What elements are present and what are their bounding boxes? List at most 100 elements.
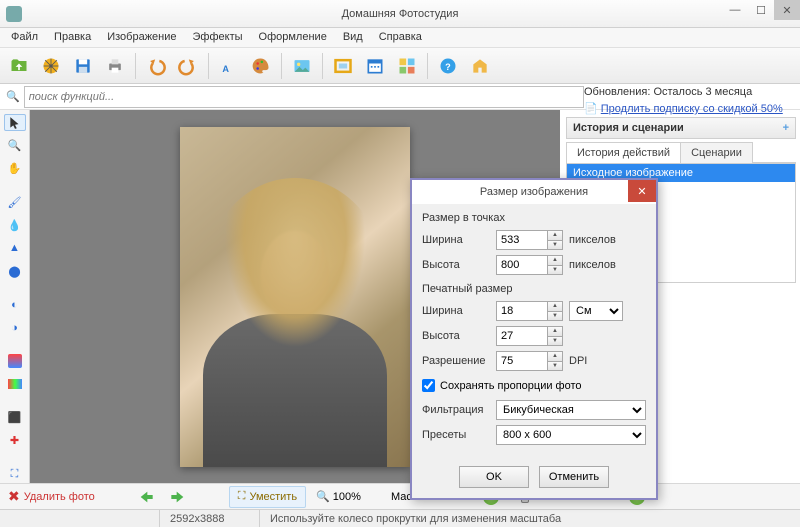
keep-aspect-label: Сохранять пропорции фото xyxy=(440,380,582,392)
spin-down[interactable]: ▼ xyxy=(548,266,562,275)
preset-select[interactable]: 800 x 600 xyxy=(496,425,646,445)
filter-select[interactable]: Бикубическая xyxy=(496,400,646,420)
zoom-icon: 🔍 xyxy=(316,490,330,503)
preset-label: Пресеты xyxy=(422,429,490,441)
extend-subscription-link[interactable]: Продлить подписку со скидкой 50% xyxy=(601,103,783,115)
sharpen-tool[interactable]: ▲ xyxy=(4,240,26,257)
redeye-tool[interactable]: ⬛ xyxy=(4,409,26,426)
fit-icon: ⛶ xyxy=(238,490,246,503)
menu-effects[interactable]: Эффекты xyxy=(186,28,250,47)
status-bar: 2592x3888 Используйте колесо прокрутки д… xyxy=(0,509,800,527)
pixels-group-label: Размер в точках xyxy=(422,212,646,224)
spin-down[interactable]: ▼ xyxy=(548,312,562,321)
tab-scenarios[interactable]: Сценарии xyxy=(680,142,753,163)
spin-down[interactable]: ▼ xyxy=(548,362,562,371)
heal-tool[interactable]: ✚ xyxy=(4,432,26,449)
collage-button[interactable] xyxy=(392,51,422,81)
resolution-input[interactable] xyxy=(497,352,547,370)
cancel-button[interactable]: Отменить xyxy=(539,466,609,488)
crop-tool[interactable]: ⛶ xyxy=(4,466,26,483)
burn-tool[interactable]: ◑ xyxy=(4,319,26,336)
menu-file[interactable]: Файл xyxy=(4,28,45,47)
text-button[interactable]: A xyxy=(214,51,244,81)
spin-up[interactable]: ▲ xyxy=(548,256,562,266)
print-button[interactable] xyxy=(100,51,130,81)
redo-button[interactable] xyxy=(173,51,203,81)
open-button[interactable] xyxy=(4,51,34,81)
zoom-100-button[interactable]: 🔍100% xyxy=(316,490,361,503)
spin-up[interactable]: ▲ xyxy=(548,352,562,362)
menubar: Файл Правка Изображение Эффекты Оформлен… xyxy=(0,28,800,48)
resize-dialog: Размер изображения ✕ Размер в точках Шир… xyxy=(410,178,658,500)
width-cm-input[interactable] xyxy=(497,302,547,320)
close-button[interactable]: ✕ xyxy=(774,0,800,20)
calendar-button[interactable] xyxy=(360,51,390,81)
spin-up[interactable]: ▲ xyxy=(548,231,562,241)
width-px-label: Ширина xyxy=(422,234,490,246)
search-input[interactable] xyxy=(29,91,579,103)
brush-tool[interactable]: 🖌 xyxy=(4,194,26,211)
menu-help[interactable]: Справка xyxy=(372,28,429,47)
spin-down[interactable]: ▼ xyxy=(548,337,562,346)
hand-tool[interactable]: ✋ xyxy=(4,160,26,177)
history-panel-title: История и сценарии xyxy=(573,122,684,134)
minimize-button[interactable]: — xyxy=(722,0,748,20)
dodge-tool[interactable]: ◐ xyxy=(4,296,26,313)
main-toolbar: A ? xyxy=(0,48,800,84)
tab-history[interactable]: История действий xyxy=(566,142,681,163)
menu-decor[interactable]: Оформление xyxy=(252,28,334,47)
history-panel-header: История и сценарии + xyxy=(566,117,796,139)
photo-preview xyxy=(180,127,410,467)
dialog-close-button[interactable]: ✕ xyxy=(628,180,656,202)
height-px-label: Высота xyxy=(422,259,490,271)
width-px-input[interactable] xyxy=(497,231,547,249)
svg-text:?: ? xyxy=(445,62,451,72)
titlebar: Домашняя Фотостудия — ☐ ✕ xyxy=(0,0,800,28)
menu-edit[interactable]: Правка xyxy=(47,28,98,47)
ok-button[interactable]: OK xyxy=(459,466,529,488)
updates-link-row: 📄 Продлить подписку со скидкой 50% xyxy=(566,100,796,117)
prev-button[interactable] xyxy=(135,486,157,508)
undo-button[interactable] xyxy=(141,51,171,81)
height-cm-input[interactable] xyxy=(497,327,547,345)
svg-text:A: A xyxy=(222,63,229,73)
updates-line: Обновления: Осталось 3 месяца xyxy=(566,84,796,100)
menu-image[interactable]: Изображение xyxy=(100,28,183,47)
levels-tool[interactable] xyxy=(4,376,26,393)
history-tabs: История действий Сценарии xyxy=(566,141,796,163)
spin-up[interactable]: ▲ xyxy=(548,327,562,337)
print-group-label: Печатный размер xyxy=(422,283,646,295)
zoom-tool[interactable]: 🔍 xyxy=(4,137,26,154)
height-px-input[interactable] xyxy=(497,256,547,274)
keep-aspect-checkbox[interactable] xyxy=(422,379,435,392)
next-button[interactable] xyxy=(167,486,189,508)
save-button[interactable] xyxy=(68,51,98,81)
frame-button[interactable] xyxy=(328,51,358,81)
resolution-label: Разрешение xyxy=(422,355,490,367)
delete-photo-button[interactable]: ✖Удалить фото xyxy=(8,488,95,505)
blur-tool[interactable]: 💧 xyxy=(4,217,26,234)
dialog-title: Размер изображения ✕ xyxy=(412,180,656,204)
catalog-button[interactable] xyxy=(36,51,66,81)
stamp-tool[interactable]: ⬤ xyxy=(4,263,26,280)
menu-view[interactable]: Вид xyxy=(336,28,370,47)
spin-down[interactable]: ▼ xyxy=(548,241,562,250)
help-button[interactable]: ? xyxy=(433,51,463,81)
home-button[interactable] xyxy=(465,51,495,81)
app-icon xyxy=(6,6,22,22)
panel-plus-icon[interactable]: + xyxy=(783,122,789,134)
left-toolbar: 🔍 ✋ 🖌 💧 ▲ ⬤ ◐ ◑ ⬛ ✚ ⛶ xyxy=(0,110,30,483)
image-button[interactable] xyxy=(287,51,317,81)
fit-button[interactable]: ⛶Уместить xyxy=(229,486,306,508)
pointer-tool[interactable] xyxy=(4,114,26,131)
maximize-button[interactable]: ☐ xyxy=(748,0,774,20)
unit-select[interactable]: См xyxy=(569,301,623,321)
filter-label: Фильтрация xyxy=(422,404,490,416)
gradient-tool[interactable] xyxy=(4,353,26,370)
spin-up[interactable]: ▲ xyxy=(548,302,562,312)
window-title: Домашняя Фотостудия xyxy=(342,8,459,20)
search-wrap[interactable] xyxy=(24,86,584,108)
bottom-bar: ✖Удалить фото ⛶Уместить 🔍100% Масштаб: 1… xyxy=(0,483,800,509)
palette-button[interactable] xyxy=(246,51,276,81)
status-hint: Используйте колесо прокрутки для изменен… xyxy=(260,510,800,527)
